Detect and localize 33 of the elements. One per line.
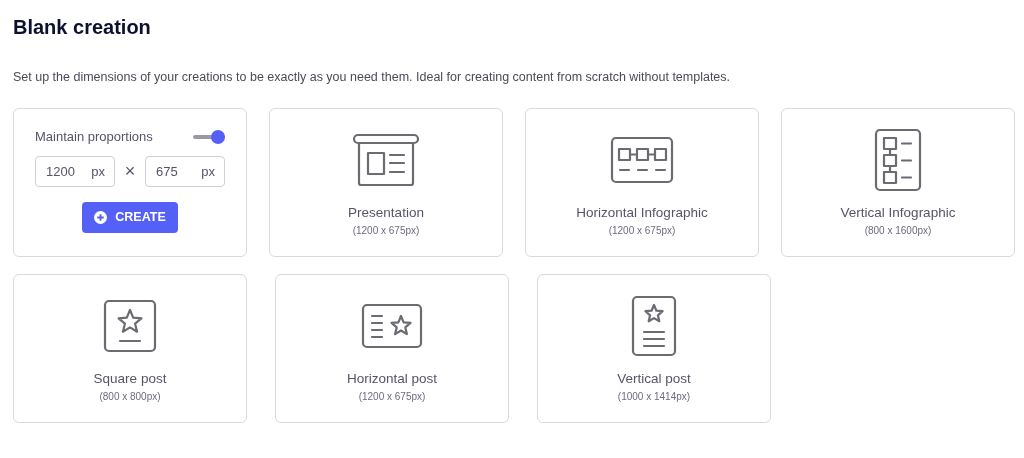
times-sign: × <box>124 160 136 184</box>
template-size: (1200 x 675px) <box>358 391 426 404</box>
template-card[interactable]: Vertical post (1000 x 1414px) <box>537 273 771 423</box>
template-card[interactable]: Horizontal Infographic (1200 x 675px) <box>525 107 759 257</box>
timeline-icon <box>610 135 674 184</box>
plus-circle-icon <box>94 211 108 225</box>
template-name: Presentation <box>348 204 424 222</box>
toggle-label: Maintain proportions <box>35 127 153 146</box>
template-name: Horizontal Infographic <box>576 204 708 222</box>
presentation-icon <box>352 132 420 187</box>
flowchart-icon <box>874 127 922 192</box>
template-name: Horizontal post <box>346 370 437 388</box>
template-size: (1200 x 675px) <box>608 225 676 238</box>
page-description: Set up the dimensions of your creations to be exactly as you need them. Ideal for creating content from scratch without templates. <box>13 69 732 86</box>
unit-label: px <box>91 163 105 182</box>
template-size: (1000 x 1414px) <box>617 391 691 404</box>
star-frame-icon <box>103 298 157 353</box>
create-button[interactable]: CREATE <box>82 202 178 234</box>
template-name: Square post <box>93 370 167 388</box>
page-title: Blank creation <box>13 15 152 40</box>
star-page-icon <box>631 294 677 357</box>
proportions-toggle[interactable] <box>193 128 225 145</box>
template-name: Vertical Infographic <box>840 204 956 222</box>
template-size: (800 x 1600px) <box>864 225 932 238</box>
unit-label: px <box>201 163 215 182</box>
template-card[interactable]: Vertical Infographic (800 x 1600px) <box>781 107 1015 257</box>
star-card-icon <box>361 302 423 349</box>
template-size: (800 x 800px) <box>99 391 161 404</box>
template-card[interactable]: Square post (800 x 800px) <box>13 273 247 423</box>
template-card[interactable]: Presentation (1200 x 675px) <box>269 107 503 257</box>
template-name: Vertical post <box>617 370 691 388</box>
template-size: (1200 x 675px) <box>352 225 420 238</box>
template-card[interactable]: Horizontal post (1200 x 675px) <box>275 273 509 423</box>
